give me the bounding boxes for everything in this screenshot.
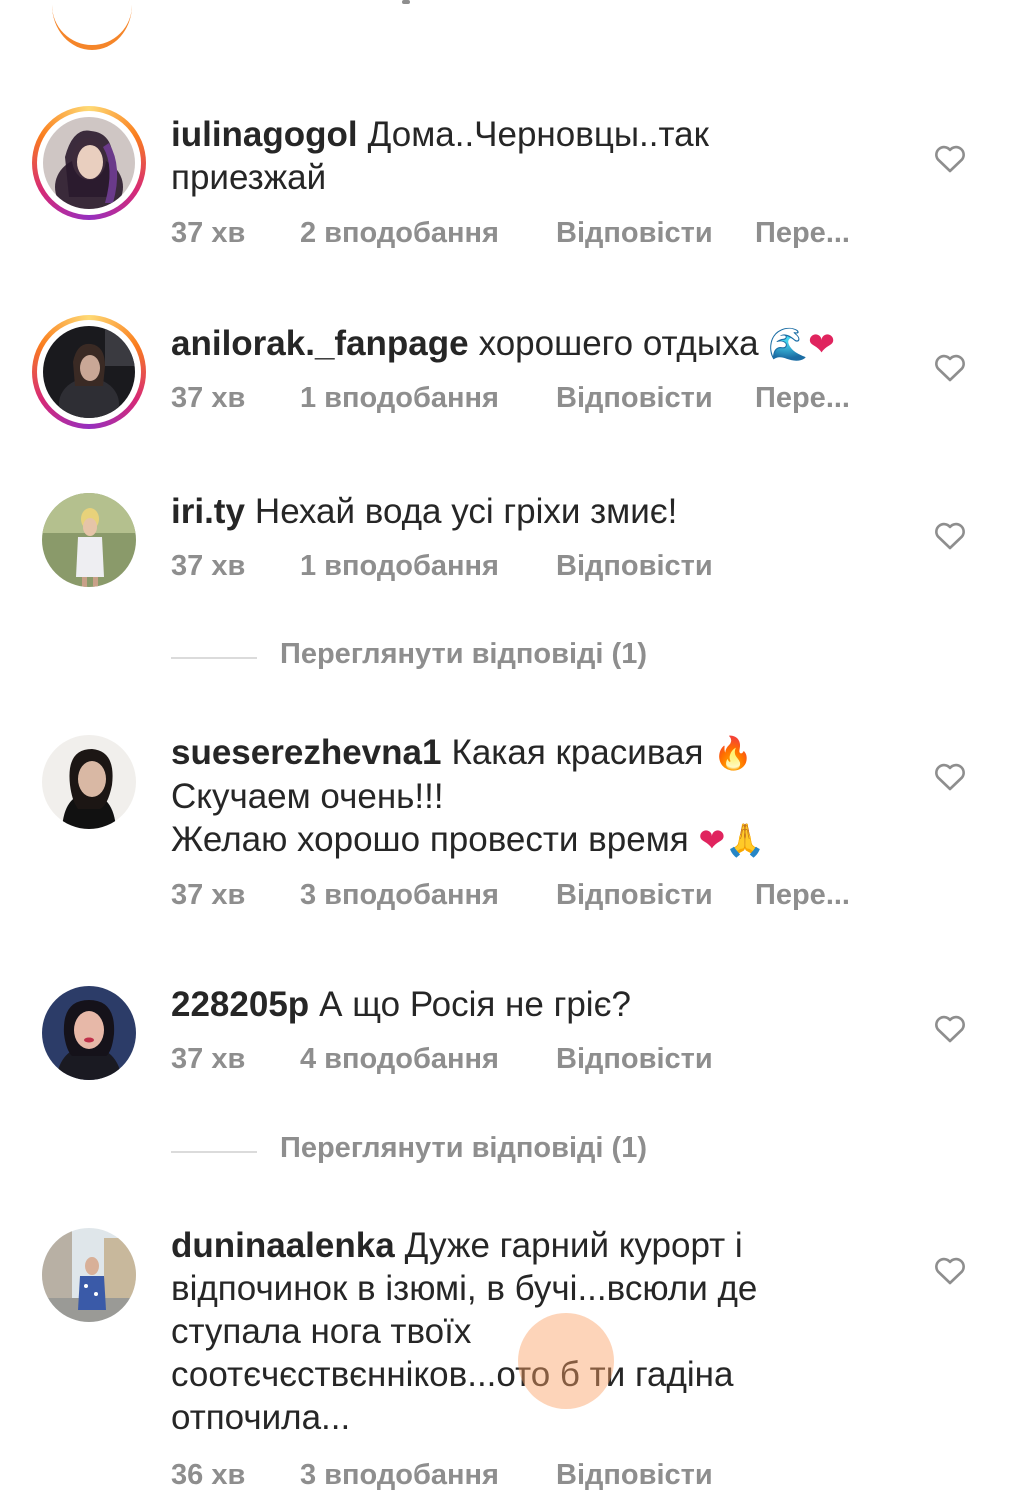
view-replies-button[interactable]: Переглянути відповіді (1) [171, 1132, 771, 1172]
touch-indicator [518, 1313, 614, 1409]
like-heart-icon[interactable] [934, 1014, 966, 1044]
heart-emoji: ❤ [698, 821, 726, 859]
comment-time: 37 хв [171, 1043, 246, 1075]
comment-body: А що Росія не гріє? [319, 985, 631, 1024]
comment-text: iulinagogol Дома..Черновцы..так приезжай [171, 113, 871, 199]
comment-body-line3: Желаю хорошо провести время [171, 820, 689, 859]
like-heart-icon[interactable] [934, 1256, 966, 1286]
like-heart-icon[interactable] [934, 353, 966, 383]
comment-text: 228205p А що Росія не гріє? [171, 983, 871, 1026]
comment-username[interactable]: sueserezhevna1 [171, 733, 441, 772]
like-heart-icon[interactable] [934, 144, 966, 174]
like-heart-icon[interactable] [934, 762, 966, 792]
avatar[interactable] [42, 493, 136, 587]
comment-likes[interactable]: 1 вподобання [300, 550, 499, 583]
reply-button[interactable]: Відповісти [556, 1459, 713, 1492]
comment-text: sueserezhevna1 Какая красивая 🔥 Скучаем о… [171, 731, 871, 862]
avatar[interactable] [42, 986, 136, 1080]
comment-text: iri.ty Нехай вода усі гріхи змиє! [171, 490, 871, 533]
comment-username[interactable]: 228205p [171, 985, 309, 1024]
replies-divider [171, 1151, 257, 1153]
comment-body: Нехай вода усі гріхи змиє! [254, 492, 678, 531]
avatar [43, 117, 135, 209]
view-replies-button[interactable]: Переглянути відповіді (1) [171, 638, 771, 678]
comment-body-line2: Скучаем очень!!! [171, 777, 444, 816]
avatar [43, 326, 135, 418]
comment-likes[interactable]: 4 вподобання [300, 1043, 499, 1076]
fire-emoji: 🔥 [713, 734, 754, 772]
comment-body: хорошего отдыха [478, 324, 759, 363]
heart-emoji: ❤ [808, 325, 835, 363]
comment-likes[interactable]: 3 вподобання [300, 879, 499, 912]
comment-username[interactable]: duninaalenka [171, 1226, 395, 1265]
avatar-story-ring[interactable] [32, 315, 146, 429]
comment-time: 37 хв [171, 879, 246, 911]
pray-emoji: 🙏 [725, 821, 766, 859]
view-replies-label[interactable]: Переглянути відповіді (1) [280, 638, 647, 671]
like-heart-icon[interactable] [934, 521, 966, 551]
avatar-ring-partial [52, 0, 132, 50]
scroll-indicator [402, 0, 410, 4]
comment-time: 37 хв [171, 382, 246, 414]
comment-likes[interactable]: 1 вподобання [300, 382, 499, 415]
translate-button[interactable]: Пере... [755, 382, 850, 415]
comment-likes[interactable]: 2 вподобання [300, 217, 499, 250]
comment-body-line1: Какая красивая [451, 733, 704, 772]
comment-time: 37 хв [171, 550, 246, 582]
comment-text: anilorak._fanpage хорошего отдыха 🌊❤ [171, 322, 871, 366]
reply-button[interactable]: Відповісти [556, 382, 713, 415]
replies-divider [171, 657, 257, 659]
reply-button[interactable]: Відповісти [556, 1043, 713, 1076]
comment-username[interactable]: iri.ty [171, 492, 245, 531]
comment-username[interactable]: iulinagogol [171, 115, 358, 154]
comment-likes[interactable]: 3 вподобання [300, 1459, 499, 1492]
translate-button[interactable]: Пере... [755, 879, 850, 912]
avatar[interactable] [42, 1228, 136, 1322]
avatar-story-ring[interactable] [32, 106, 146, 220]
reply-button[interactable]: Відповісти [556, 879, 713, 912]
wave-emoji: 🌊 [768, 325, 809, 363]
avatar[interactable] [42, 735, 136, 829]
comment-username[interactable]: anilorak._fanpage [171, 324, 469, 363]
comment-text: duninaalenka Дуже гарний курорт і відпочи… [171, 1224, 791, 1439]
reply-button[interactable]: Відповісти [556, 217, 713, 250]
comment-time: 37 хв [171, 217, 246, 249]
comment-time: 36 хв [171, 1459, 246, 1491]
translate-button[interactable]: Пере... [755, 217, 850, 250]
view-replies-label[interactable]: Переглянути відповіді (1) [280, 1132, 647, 1165]
reply-button[interactable]: Відповісти [556, 550, 713, 583]
